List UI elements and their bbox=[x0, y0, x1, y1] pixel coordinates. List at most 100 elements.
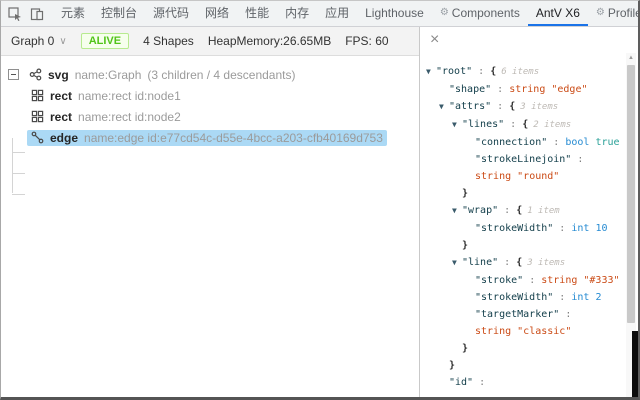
collapse-arrow-icon[interactable]: ▼ bbox=[452, 254, 462, 271]
tab-lighthouse[interactable]: Lighthouse bbox=[357, 1, 432, 26]
tree-row-edge: edge name:edge id:e77cd54c-d55e-4bcc-a20… bbox=[1, 127, 419, 148]
json-row-wrap: ▼ "wrap" : {1 item bbox=[420, 202, 626, 220]
json-separator: : bbox=[498, 205, 517, 216]
json-value: "#333" bbox=[583, 275, 620, 286]
tab-memory[interactable]: 内存 bbox=[277, 1, 317, 26]
json-value: "round" bbox=[517, 171, 560, 182]
graph-toolbar: Graph 0 ∨ ALIVE 4 Shapes HeapMemory:26.6… bbox=[1, 27, 419, 56]
json-row-line: ▼ "line" : {3 items bbox=[420, 254, 626, 272]
edge-icon bbox=[31, 131, 44, 144]
tab-label: 元素 bbox=[61, 6, 86, 20]
main-area: Graph 0 ∨ ALIVE 4 Shapes HeapMemory:26.6… bbox=[1, 27, 638, 397]
json-row-connection: "connection" : bool true bbox=[420, 134, 626, 151]
devtools-window: 元素 控制台 源代码 网络 性能 内存 应用 Lighthouse ⚙ Compo… bbox=[0, 0, 640, 400]
json-brace: } bbox=[462, 240, 469, 251]
collapse-arrow-icon[interactable]: ▼ bbox=[452, 202, 462, 219]
tree-row-rect-node2: rect name:rect id:node2 bbox=[1, 106, 419, 127]
rect-icon bbox=[31, 110, 44, 123]
status-badge: ALIVE bbox=[80, 33, 130, 49]
tab-label: 网络 bbox=[205, 6, 230, 20]
graph-panel: Graph 0 ∨ ALIVE 4 Shapes HeapMemory:26.6… bbox=[1, 27, 419, 397]
tab-profiler[interactable]: ⚙Profiler bbox=[588, 1, 638, 26]
json-type: string bbox=[475, 171, 512, 182]
collapse-arrow-icon[interactable]: ▼ bbox=[439, 98, 449, 115]
json-item-count: 3 items bbox=[520, 102, 559, 112]
json-brace: { bbox=[522, 119, 529, 130]
json-key: "strokeLinejoin" bbox=[475, 154, 572, 165]
collapse-arrow-icon[interactable]: ▼ bbox=[452, 116, 462, 133]
json-separator: : bbox=[491, 101, 510, 112]
tab-application[interactable]: 应用 bbox=[317, 1, 357, 26]
json-value: 10 bbox=[595, 223, 608, 234]
json-key: "stroke" bbox=[475, 275, 524, 286]
json-separator: : bbox=[559, 309, 572, 320]
json-row-attrs: ▼ "attrs" : {3 items bbox=[420, 98, 626, 116]
json-row-strokewidth-line: "strokeWidth" : int 2 bbox=[420, 289, 626, 306]
gear-icon: ⚙ bbox=[439, 7, 449, 18]
tab-antv-x6[interactable]: AntV X6 bbox=[527, 1, 588, 26]
scrollbar-up-arrow-icon[interactable]: ▲ bbox=[626, 55, 636, 61]
tab-elements[interactable]: 元素 bbox=[53, 1, 93, 26]
tab-components[interactable]: ⚙ Components bbox=[432, 1, 528, 26]
json-value: "classic" bbox=[517, 326, 572, 337]
gear-icon: ⚙ bbox=[595, 7, 605, 18]
inspector-close-icon[interactable]: × bbox=[430, 32, 439, 48]
tree-tag: svg bbox=[48, 67, 69, 82]
json-separator: : bbox=[571, 154, 584, 165]
json-viewer: ▼ "root" : {6 items "shape" : string "edg… bbox=[420, 63, 626, 391]
tab-performance[interactable]: 性能 bbox=[237, 1, 277, 26]
scrollbar-thumb[interactable] bbox=[627, 65, 635, 323]
json-key: "connection" bbox=[475, 137, 548, 148]
json-key: "line" bbox=[462, 257, 499, 268]
json-type: int bbox=[571, 292, 590, 303]
graph-icon bbox=[29, 68, 42, 81]
collapse-arrow-icon[interactable]: ▼ bbox=[426, 63, 436, 80]
tab-network[interactable]: 网络 bbox=[197, 1, 237, 26]
tree-node-rect1[interactable]: rect name:rect id:node1 bbox=[27, 88, 185, 104]
tree-node-meta: (3 children / 4 descendants) bbox=[147, 67, 296, 82]
json-item-count: 6 items bbox=[501, 67, 540, 77]
json-key: "strokeWidth" bbox=[475, 292, 554, 303]
tab-label: 内存 bbox=[285, 6, 310, 20]
json-brace: } bbox=[462, 188, 469, 199]
tab-list: 元素 控制台 源代码 网络 性能 内存 应用 Lighthouse ⚙ Compo… bbox=[53, 1, 638, 26]
json-key: "wrap" bbox=[462, 205, 499, 216]
json-value: 2 bbox=[595, 292, 602, 303]
json-row-shape: "shape" : string "edge" bbox=[420, 81, 626, 98]
json-key: "root" bbox=[436, 66, 473, 77]
json-value: "edge" bbox=[551, 84, 588, 95]
tab-sources[interactable]: 源代码 bbox=[145, 1, 197, 26]
devtools-tabbar: 元素 控制台 源代码 网络 性能 内存 应用 Lighthouse ⚙ Compo… bbox=[1, 1, 638, 27]
graph-selector-dropdown[interactable]: Graph 0 ∨ bbox=[11, 34, 67, 48]
detail-inspector-panel: × ▼ "root" : {6 items "shape" : string "e… bbox=[419, 27, 638, 397]
json-row-id: "id" : bbox=[420, 374, 626, 391]
json-row-stroke: "stroke" : string "#333" bbox=[420, 272, 626, 289]
tree-node-attrs: name:edge id:e77cd54c-d55e-4bcc-a203-cfb… bbox=[84, 130, 383, 145]
json-key: "lines" bbox=[462, 119, 505, 130]
inspect-element-icon[interactable] bbox=[7, 6, 23, 22]
chevron-down-icon: ∨ bbox=[59, 35, 67, 47]
json-separator: : bbox=[472, 66, 491, 77]
tab-label: Profiler bbox=[607, 5, 638, 20]
json-type: string bbox=[475, 326, 512, 337]
json-separator: : bbox=[553, 292, 572, 303]
device-toolbar-icon[interactable] bbox=[29, 6, 45, 22]
json-separator: : bbox=[473, 377, 486, 388]
tab-label: 应用 bbox=[325, 6, 350, 20]
screen-edge-artifact bbox=[632, 331, 638, 397]
tab-label: Lighthouse bbox=[365, 5, 424, 20]
tree-node-edge[interactable]: edge name:edge id:e77cd54c-d55e-4bcc-a20… bbox=[27, 129, 387, 146]
tab-console[interactable]: 控制台 bbox=[93, 1, 145, 26]
json-item-count: 3 items bbox=[527, 258, 566, 268]
tree-node-rect2[interactable]: rect name:rect id:node2 bbox=[27, 109, 185, 125]
json-row-close-lines: } bbox=[420, 185, 626, 202]
json-row-close-attrs: } bbox=[420, 357, 626, 374]
tree-node-attrs: name:rect id:node1 bbox=[78, 88, 181, 103]
json-brace: { bbox=[516, 205, 523, 216]
json-key: "strokeWidth" bbox=[475, 223, 554, 234]
collapse-expander-icon[interactable] bbox=[8, 69, 19, 80]
json-row-lines: ▼ "lines" : {2 items bbox=[420, 116, 626, 134]
json-brace: { bbox=[490, 66, 497, 77]
tree-node-svg[interactable]: svg name:Graph (3 children / 4 descendan… bbox=[25, 67, 299, 83]
json-row-close-wrap: } bbox=[420, 237, 626, 254]
